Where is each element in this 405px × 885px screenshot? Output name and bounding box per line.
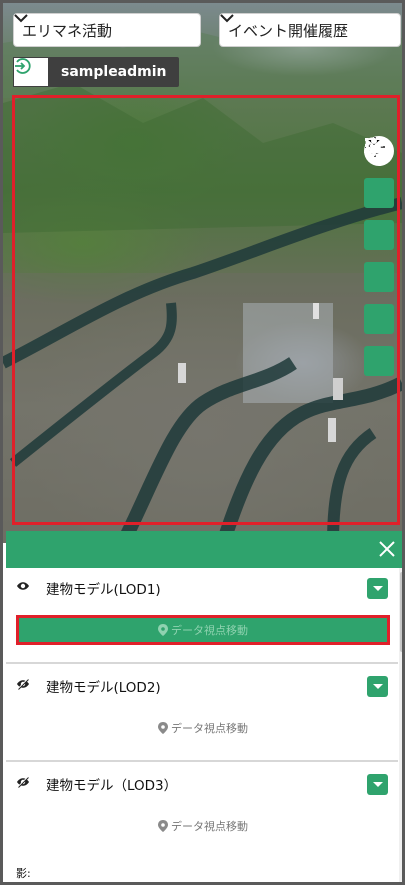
chevron-down-icon — [14, 14, 192, 38]
app-frame: エリマネ活動 イベント開催履歴 sampleadmin 建物モデル(LOD1) … — [0, 0, 405, 885]
data-view-move-button[interactable]: データ視点移動 — [16, 811, 390, 841]
user-login-badge[interactable]: sampleadmin — [13, 57, 179, 87]
layer-panel: 建物モデル(LOD1) データ視点移動 建物モデル(LOD2) データ視点移動 … — [6, 568, 402, 882]
3d-map-view[interactable]: エリマネ活動 イベント開催履歴 sampleadmin — [3, 3, 402, 543]
map-pin-icon — [158, 722, 168, 734]
layer-list-button[interactable] — [364, 138, 394, 250]
layer-card-lod3: 建物モデル（LOD3） データ視点移動 — [6, 764, 398, 882]
chevron-down-icon — [372, 585, 383, 591]
layer-card-lod1: 建物モデル(LOD1) データ視点移動 — [6, 568, 398, 664]
map-toolbar — [364, 136, 394, 388]
expand-layer-button[interactable] — [367, 774, 388, 795]
search-button[interactable] — [364, 137, 394, 292]
people-icon — [364, 138, 384, 153]
shadow-label: 影: — [16, 867, 31, 880]
network-button[interactable] — [364, 138, 394, 334]
login-icon[interactable] — [13, 57, 49, 87]
layer-label: 建物モデル（LOD3） — [46, 778, 178, 794]
eye-slash-icon[interactable] — [16, 776, 30, 788]
map-pin-icon — [158, 820, 168, 832]
username: sampleadmin — [61, 64, 167, 80]
expand-layer-button[interactable] — [367, 578, 388, 599]
data-view-move-label: データ視点移動 — [171, 820, 248, 833]
layer-label: 建物モデル(LOD2) — [46, 680, 161, 696]
category-select[interactable]: エリマネ活動 — [13, 13, 201, 47]
eye-icon[interactable] — [16, 580, 30, 592]
eye-slash-icon[interactable] — [16, 678, 30, 690]
layer-card-lod2: 建物モデル(LOD2) データ視点移動 — [6, 666, 398, 762]
category-select-value: エリマネ活動 — [22, 21, 113, 40]
filter-button[interactable] — [364, 138, 394, 208]
event-select[interactable]: イベント開催履歴 — [219, 13, 401, 47]
chevron-down-icon — [220, 14, 392, 38]
chevron-down-icon — [372, 781, 383, 787]
layer-label: 建物モデル(LOD1) — [46, 582, 161, 598]
map-pin-icon — [158, 624, 168, 636]
layer-panel-header — [6, 531, 402, 568]
data-view-move-button[interactable]: データ視点移動 — [16, 713, 390, 743]
chevron-down-icon — [372, 683, 383, 689]
scrollbar-thumb[interactable] — [400, 572, 402, 652]
data-view-move-label: データ視点移動 — [171, 624, 248, 637]
event-select-value: イベント開催履歴 — [228, 21, 349, 40]
panel-scrollbar[interactable] — [399, 568, 402, 882]
close-panel-button[interactable] — [375, 537, 399, 561]
data-view-move-button[interactable]: データ視点移動 — [16, 615, 390, 645]
close-icon — [379, 541, 395, 557]
people-button[interactable] — [364, 138, 394, 376]
expand-layer-button[interactable] — [367, 676, 388, 697]
data-view-move-label: データ視点移動 — [171, 722, 248, 735]
